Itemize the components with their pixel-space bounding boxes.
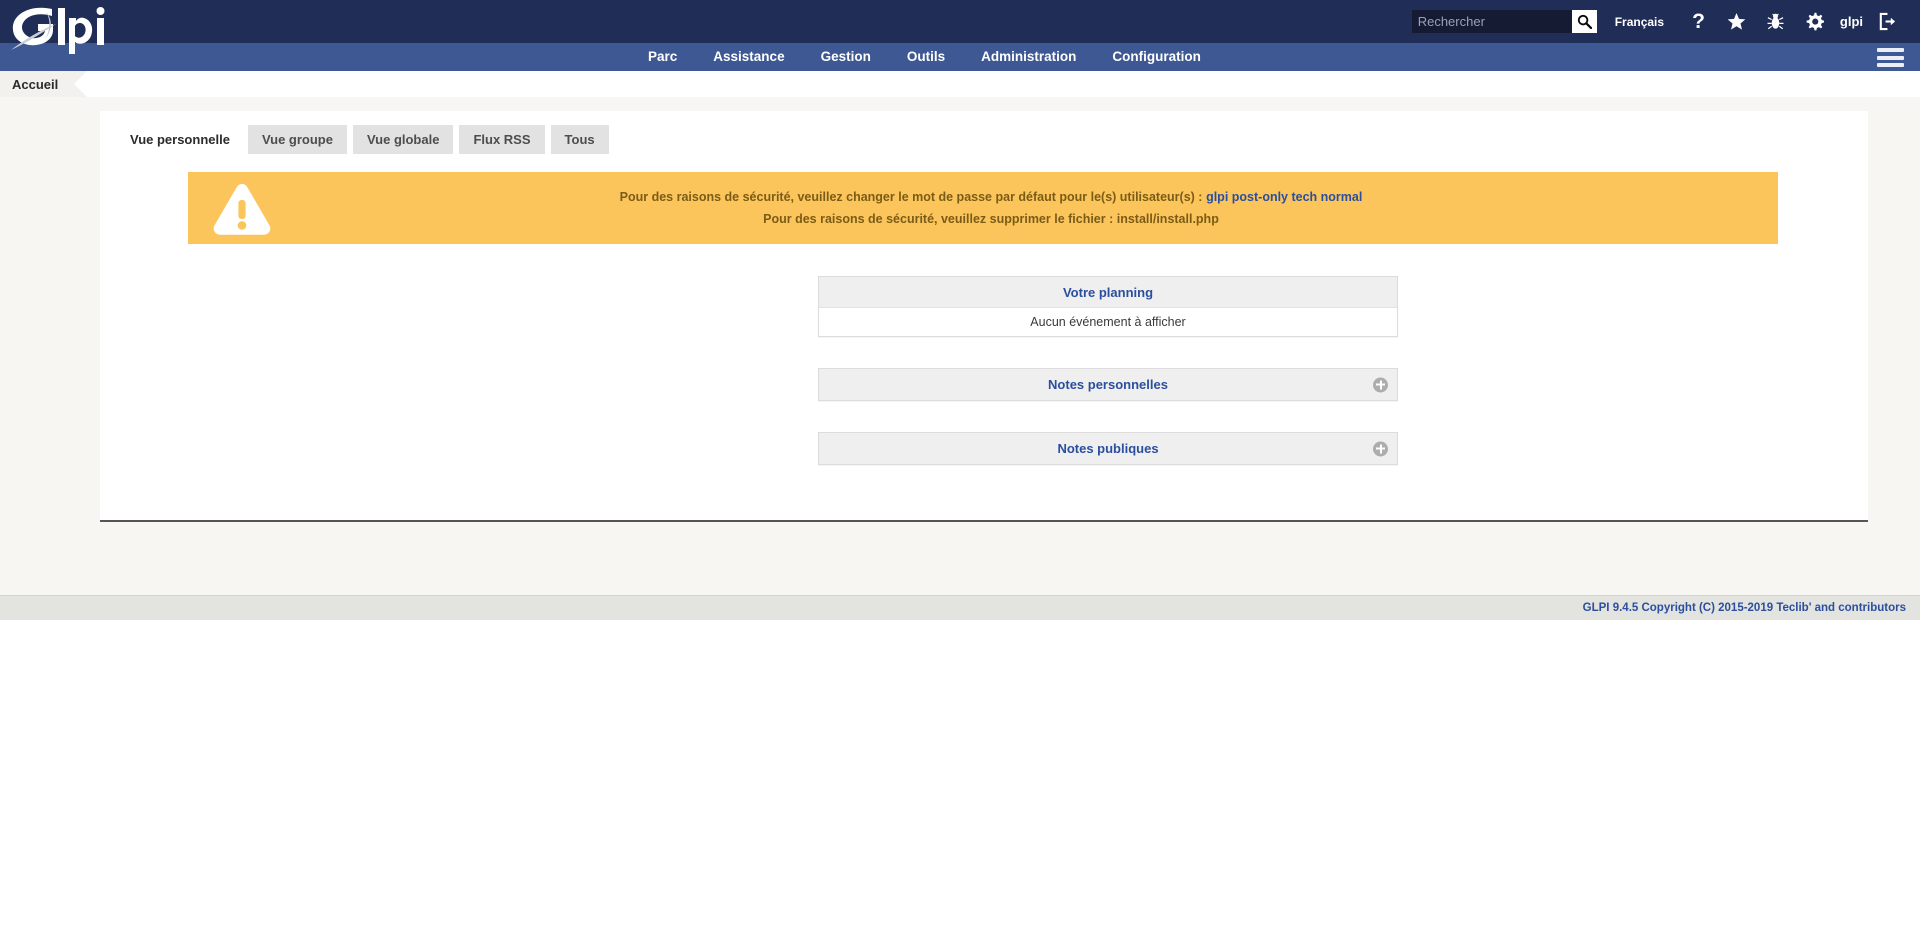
- star-glyph: [1727, 12, 1746, 30]
- tab-vue-personnelle[interactable]: Vue personnelle: [118, 125, 242, 154]
- bug-glyph: [1767, 13, 1784, 30]
- add-personal-note-plus-circle-icon[interactable]: [1373, 377, 1388, 392]
- nav-item-outils[interactable]: Outils: [889, 43, 963, 71]
- public-notes-widget: Notes publiques: [818, 432, 1398, 465]
- glpi-logo-icon: [11, 7, 105, 54]
- nav-item-administration[interactable]: Administration: [963, 43, 1094, 71]
- bug-icon[interactable]: [1766, 12, 1785, 31]
- tab-vue-groupe[interactable]: Vue groupe: [247, 125, 347, 154]
- glpi-logo[interactable]: [8, 2, 118, 60]
- user-menu[interactable]: glpi: [1840, 14, 1863, 29]
- planning-widget: Votre planning Aucun événement à affiche…: [818, 276, 1398, 337]
- language-selector[interactable]: Français: [1615, 15, 1664, 29]
- alert-users-link[interactable]: glpi post-only tech normal: [1206, 190, 1362, 204]
- nav-items: Parc Assistance Gestion Outils Administr…: [630, 43, 1219, 71]
- logout-icon[interactable]: [1877, 12, 1896, 31]
- alert-line-1-text: Pour des raisons de sécurité, veuillez c…: [619, 190, 1203, 204]
- public-notes-widget-header[interactable]: Notes publiques: [819, 433, 1397, 464]
- personal-notes-widget-header[interactable]: Notes personnelles: [819, 369, 1397, 400]
- widget-column-right: Votre planning Aucun événement à affiche…: [818, 276, 1398, 496]
- tab-vue-globale[interactable]: Vue globale: [352, 125, 454, 154]
- view-tabs: Vue personnelle Vue groupe Vue globale F…: [100, 125, 1868, 154]
- footer-copyright[interactable]: GLPI 9.4.5 Copyright (C) 2015-2019 Tecli…: [1583, 602, 1906, 614]
- header-tools: Français ?: [1411, 0, 1906, 43]
- page-body: Vue personnelle Vue groupe Vue globale F…: [0, 97, 1920, 595]
- nav-item-assistance[interactable]: Assistance: [695, 43, 802, 71]
- tab-flux-rss[interactable]: Flux RSS: [459, 125, 545, 154]
- nav-item-gestion[interactable]: Gestion: [803, 43, 889, 71]
- hamburger-line: [1877, 63, 1904, 67]
- planning-widget-title: Votre planning: [1062, 284, 1154, 300]
- alert-line-2: Pour des raisons de sécurité, veuillez s…: [763, 212, 1219, 226]
- below-fold-area: [0, 620, 1920, 945]
- tab-tous[interactable]: Tous: [550, 125, 609, 154]
- personal-notes-widget-title: Notes personnelles: [1048, 377, 1168, 392]
- page-footer: GLPI 9.4.5 Copyright (C) 2015-2019 Tecli…: [0, 595, 1920, 620]
- dashboard-widgets: Votre planning Aucun événement à affiche…: [100, 276, 1868, 496]
- star-icon[interactable]: [1727, 12, 1746, 31]
- gear-glyph: [1806, 12, 1824, 31]
- nav-item-parc[interactable]: Parc: [630, 43, 695, 71]
- global-search: [1411, 10, 1597, 33]
- add-public-note-plus-circle-icon[interactable]: [1373, 441, 1388, 456]
- logout-glyph: [1879, 12, 1896, 31]
- alert-line-1: Pour des raisons de sécurité, veuillez c…: [278, 186, 1704, 208]
- warning-triangle-glyph: [213, 183, 271, 235]
- breadcrumb: Accueil: [0, 71, 1920, 97]
- security-alert-text: Pour des raisons de sécurité, veuillez c…: [278, 186, 1778, 230]
- security-alert-banner: Pour des raisons de sécurité, veuillez c…: [188, 172, 1778, 244]
- planning-widget-header[interactable]: Votre planning: [819, 277, 1397, 308]
- gear-icon[interactable]: [1805, 12, 1824, 31]
- breadcrumb-item-accueil[interactable]: Accueil: [0, 71, 88, 97]
- page-wrap: Français ?: [0, 0, 1920, 945]
- header-top-bar: Français ?: [0, 0, 1920, 54]
- hamburger-line: [1877, 48, 1904, 52]
- hamburger-line: [1877, 55, 1904, 60]
- nav-item-configuration[interactable]: Configuration: [1094, 43, 1218, 71]
- hamburger-menu-icon[interactable]: [1877, 48, 1904, 67]
- content-card: Vue personnelle Vue groupe Vue globale F…: [100, 111, 1868, 522]
- main-navigation-bar: Parc Assistance Gestion Outils Administr…: [0, 43, 1920, 71]
- personal-notes-widget: Notes personnelles: [818, 368, 1398, 401]
- search-icon: [1577, 14, 1592, 29]
- search-submit-button[interactable]: [1571, 10, 1597, 33]
- public-notes-widget-title: Notes publiques: [1057, 441, 1159, 456]
- help-icon[interactable]: ?: [1692, 11, 1705, 32]
- search-input[interactable]: [1411, 10, 1572, 33]
- warning-triangle-icon: [206, 181, 278, 236]
- planning-widget-body: Aucun événement à afficher: [819, 308, 1397, 336]
